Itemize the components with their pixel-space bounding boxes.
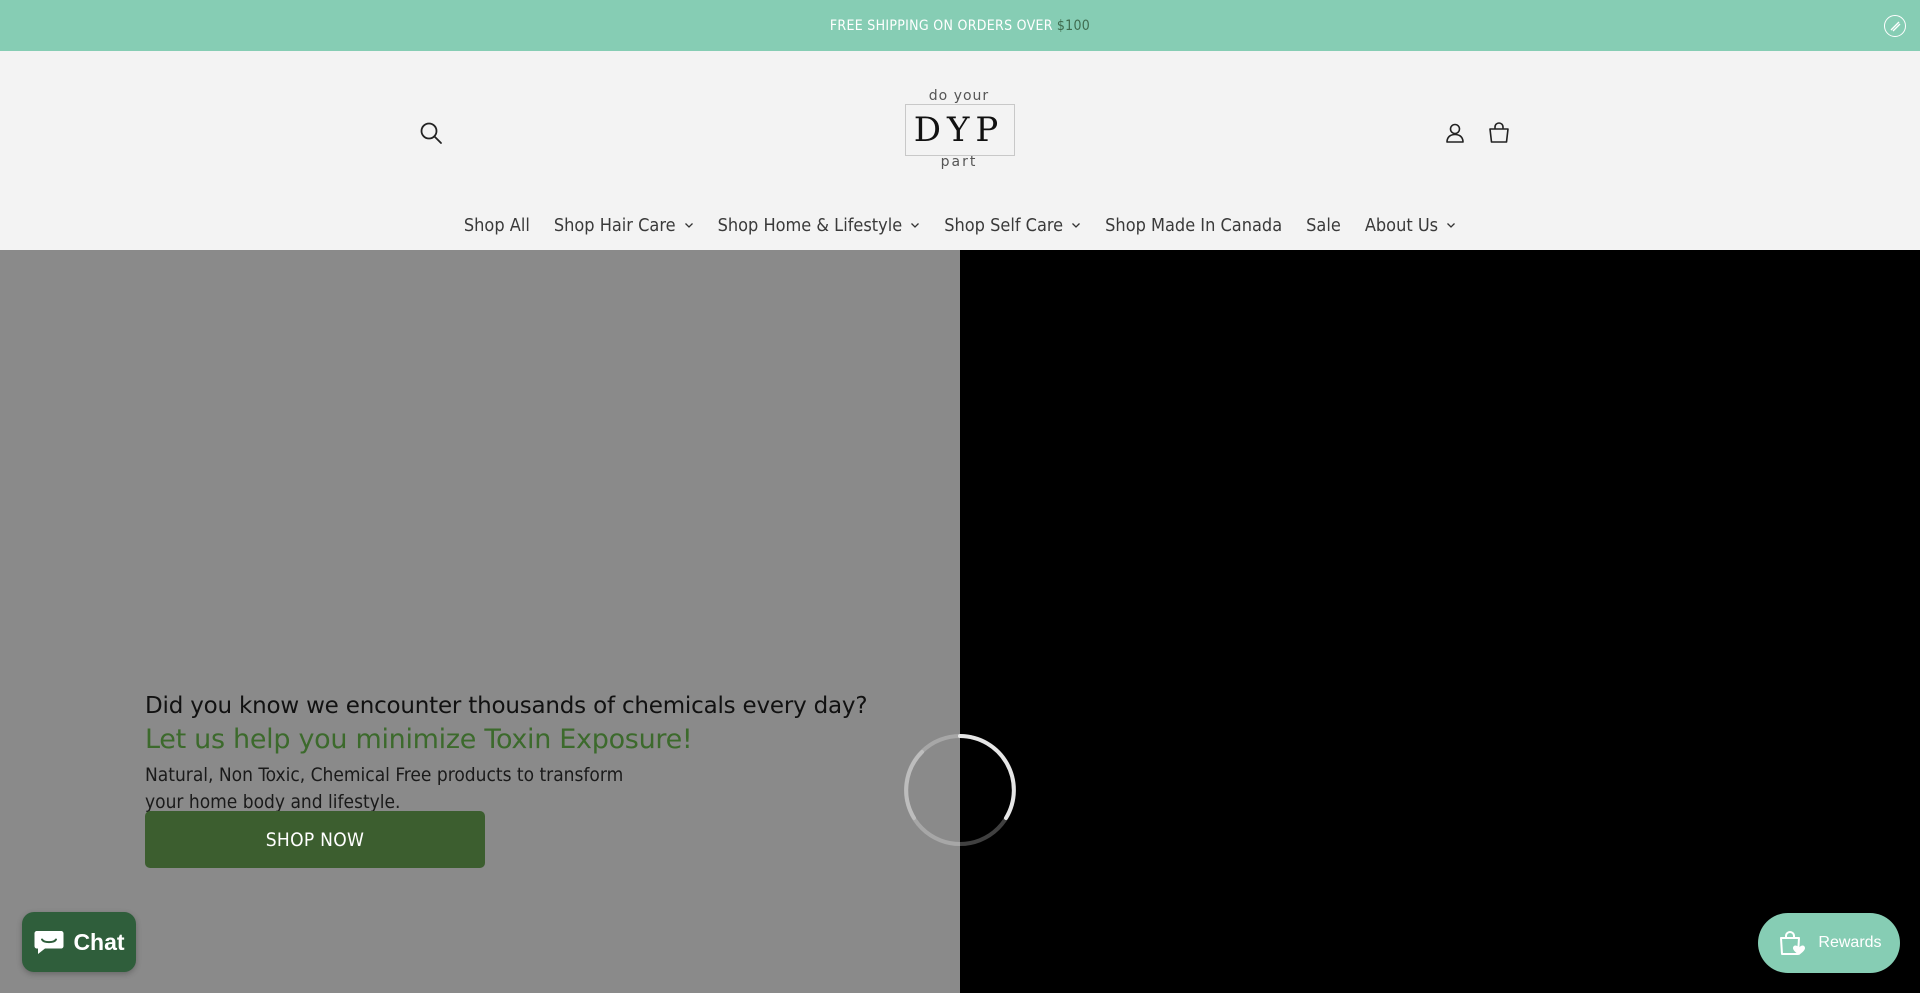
rewards-button[interactable]: Rewards [1758,913,1900,973]
chevron-down-icon [684,223,693,228]
nav-item-shop-home-lifestyle[interactable]: Shop Home & Lifestyle [706,215,933,236]
logo-top-text: do your [928,88,990,104]
chat-button[interactable]: Chat [22,912,136,972]
main-nav: Shop All Shop Hair Care Shop Home & Life… [0,205,1920,245]
shop-now-button[interactable]: SHOP NOW [145,811,485,868]
search-button[interactable] [418,120,444,146]
chevron-down-icon [1072,223,1081,228]
site-header: do your DYP part Shop All Shop Hair Care… [0,51,1920,250]
cart-icon [1489,122,1509,143]
chevron-down-icon [1447,223,1456,228]
nav-item-label: Shop Made In Canada [1105,214,1283,236]
nav-item-sale[interactable]: Sale [1294,215,1353,236]
nav-item-label: Sale [1306,214,1341,236]
hero-description: Natural, Non Toxic, Chemical Free produc… [145,764,624,813]
account-button[interactable] [1442,120,1468,146]
chat-bubble-icon [34,931,64,954]
cart-button[interactable] [1486,120,1512,146]
nav-item-shop-all[interactable]: Shop All [452,215,542,236]
pause-icon [1890,21,1901,32]
nav-item-label: Shop Home & Lifestyle [717,214,903,236]
announcement-text: FREE SHIPPING ON ORDERS OVER [829,17,1053,34]
hero-question: Did you know we encounter thousands of c… [145,693,868,719]
logo-bottom-text: part [940,154,978,170]
logo-main-text: DYP [913,110,1005,150]
chevron-down-icon [911,223,920,228]
loading-spinner-icon [904,734,1016,846]
user-icon [1446,123,1464,143]
hero-tagline: Let us help you minimize Toxin Exposure! [145,724,693,755]
nav-item-shop-hair-care[interactable]: Shop Hair Care [542,215,706,236]
hero-text-block: Did you know we encounter thousands of c… [145,690,905,816]
chat-label: Chat [73,928,125,955]
announcement-bar: FREE SHIPPING ON ORDERS OVER $100 [0,0,1920,51]
nav-item-label: Shop Hair Care [553,214,676,236]
hero-image-panel: Did you know we encounter thousands of c… [0,250,960,993]
nav-item-label: About Us [1364,214,1439,236]
nav-item-shop-self-care[interactable]: Shop Self Care [932,215,1093,236]
nav-item-label: Shop All [463,214,530,236]
hero-video-panel [960,250,1920,993]
shopping-bag-heart-icon [1780,930,1806,955]
nav-item-label: Shop Self Care [944,214,1064,236]
pause-button[interactable] [1884,15,1906,37]
nav-item-about-us[interactable]: About Us [1353,215,1468,236]
search-icon [420,122,442,144]
site-logo[interactable]: do your DYP part [902,88,1016,172]
rewards-label: Rewards [1818,934,1882,951]
announcement-amount: $100 [1056,17,1091,34]
nav-item-shop-made-in-canada[interactable]: Shop Made In Canada [1093,215,1294,236]
